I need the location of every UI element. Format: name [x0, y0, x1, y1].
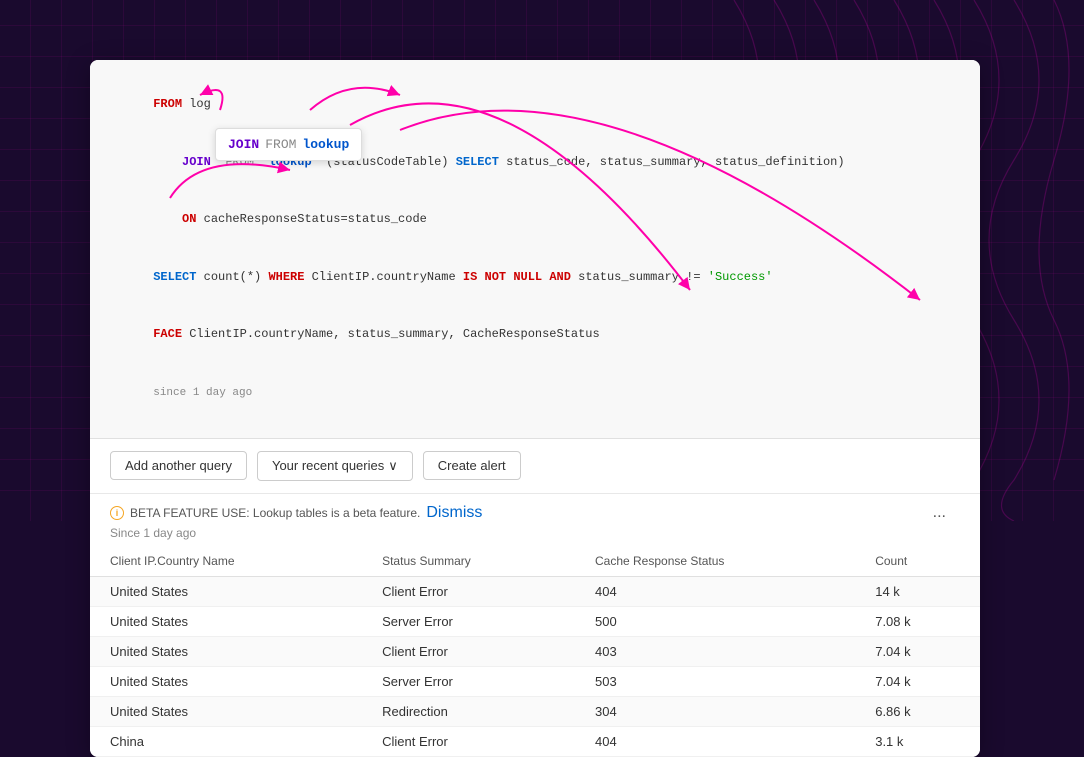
table-body: United StatesClient Error40414 kUnited S… — [90, 576, 980, 756]
table-row: United StatesClient Error4037.04 k — [90, 636, 980, 666]
cell-4-2: 304 — [575, 696, 855, 726]
code-line-1: FROM log — [110, 76, 960, 134]
keyword-and: AND — [549, 270, 571, 284]
cell-0-1: Client Error — [362, 576, 575, 606]
cell-2-1: Client Error — [362, 636, 575, 666]
beta-notice-row: i BETA FEATURE USE: Lookup tables is a b… — [110, 504, 482, 522]
string-success: 'Success' — [708, 270, 773, 284]
cell-5-3: 3.1 k — [855, 726, 980, 756]
cell-4-3: 6.86 k — [855, 696, 980, 726]
code-line-4: SELECT count(*) WHERE ClientIP.countryNa… — [110, 249, 960, 307]
more-options-button[interactable]: ... — [927, 502, 952, 524]
table-row: United StatesServer Error5007.08 k — [90, 606, 980, 636]
cell-2-3: 7.04 k — [855, 636, 980, 666]
tooltip-from-label: FROM — [265, 137, 296, 152]
tooltip-lookup-label: lookup — [302, 137, 349, 152]
since-text-code: since 1 day ago — [153, 387, 252, 399]
code-line-6: since 1 day ago — [110, 364, 960, 422]
beta-info-icon: i — [110, 506, 124, 520]
keyword-select: SELECT — [456, 155, 499, 169]
cell-0-0: United States — [90, 576, 362, 606]
col-status-summary: Status Summary — [362, 546, 575, 577]
keyword-join: JOIN — [182, 155, 211, 169]
cell-4-0: United States — [90, 696, 362, 726]
beta-notice-text: BETA FEATURE USE: Lookup tables is a bet… — [130, 506, 420, 520]
cell-3-3: 7.04 k — [855, 666, 980, 696]
cell-1-3: 7.08 k — [855, 606, 980, 636]
table-row: United StatesClient Error40414 k — [90, 576, 980, 606]
cell-1-1: Server Error — [362, 606, 575, 636]
code-line-5: FACE ClientIP.countryName, status_summar… — [110, 306, 960, 364]
col-count: Count — [855, 546, 980, 577]
cell-5-0: China — [90, 726, 362, 756]
table-row: United StatesRedirection3046.86 k — [90, 696, 980, 726]
cell-3-0: United States — [90, 666, 362, 696]
cell-0-2: 404 — [575, 576, 855, 606]
cell-2-0: United States — [90, 636, 362, 666]
cell-1-2: 500 — [575, 606, 855, 636]
cell-4-1: Redirection — [362, 696, 575, 726]
code-section: FROM log JOIN FROM lookup (statusCodeTab… — [90, 60, 980, 439]
keyword-is-not-null: IS NOT NULL — [463, 270, 542, 284]
cell-1-0: United States — [90, 606, 362, 636]
cell-0-3: 14 k — [855, 576, 980, 606]
recent-queries-label: Your recent queries — [272, 458, 384, 473]
tooltip-join-label: JOIN — [228, 137, 259, 152]
cell-5-2: 404 — [575, 726, 855, 756]
keyword-where: WHERE — [268, 270, 304, 284]
code-line-3: ON cacheResponseStatus=status_code — [110, 191, 960, 249]
keyword-from: FROM — [153, 97, 182, 111]
cell-3-2: 503 — [575, 666, 855, 696]
table-row: ChinaClient Error4043.1 k — [90, 726, 980, 756]
action-row: Add another query Your recent queries ∨ … — [90, 439, 980, 494]
since-label: Since 1 day ago — [90, 524, 980, 546]
recent-queries-button[interactable]: Your recent queries ∨ — [257, 451, 413, 481]
keyword-on: ON — [182, 212, 196, 226]
cell-2-2: 403 — [575, 636, 855, 666]
add-another-query-button[interactable]: Add another query — [110, 451, 247, 480]
col-country: Client IP.Country Name — [90, 546, 362, 577]
table-header: Client IP.Country Name Status Summary Ca… — [90, 546, 980, 577]
dismiss-link[interactable]: Dismiss — [426, 504, 482, 522]
cell-5-1: Client Error — [362, 726, 575, 756]
keyword-select-2: SELECT — [153, 270, 196, 284]
cell-3-1: Server Error — [362, 666, 575, 696]
results-table: Client IP.Country Name Status Summary Ca… — [90, 546, 980, 757]
tooltip-popup: JOIN FROM lookup — [215, 128, 362, 161]
table-row: United StatesServer Error5037.04 k — [90, 666, 980, 696]
chevron-down-icon: ∨ — [388, 458, 398, 474]
keyword-face: FACE — [153, 327, 182, 341]
create-alert-button[interactable]: Create alert — [423, 451, 521, 480]
col-cache-status: Cache Response Status — [575, 546, 855, 577]
main-card: FROM log JOIN FROM lookup (statusCodeTab… — [90, 60, 980, 757]
